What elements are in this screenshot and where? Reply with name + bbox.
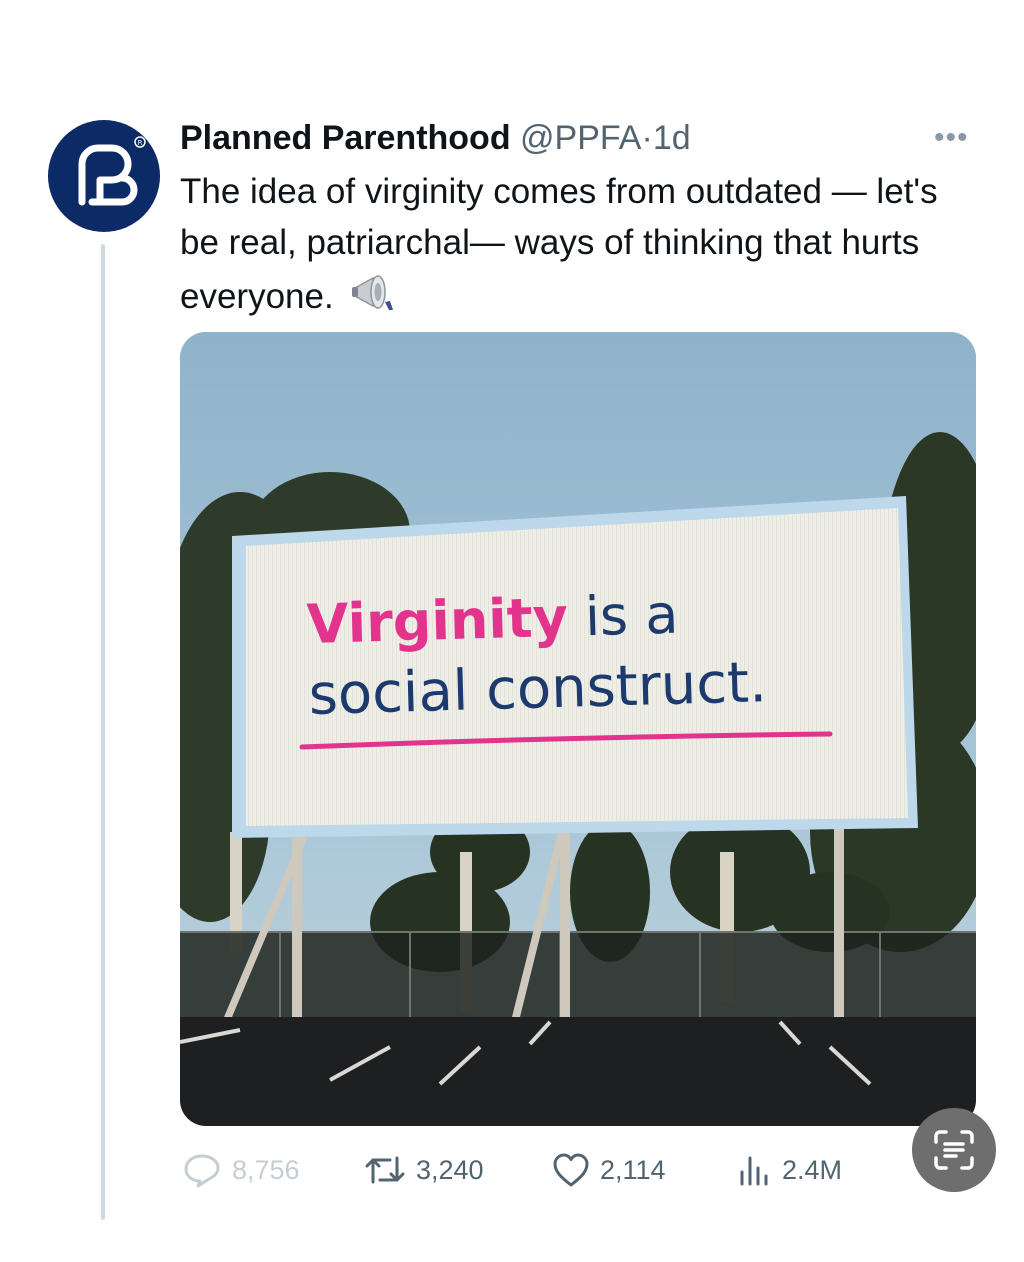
like-button[interactable]: 2,114: [552, 1150, 666, 1190]
avatar[interactable]: R: [48, 120, 160, 232]
views-button[interactable]: 2.4M: [738, 1150, 842, 1190]
separator: ·: [641, 119, 653, 157]
retweet-count: 3,240: [416, 1154, 484, 1185]
author-name[interactable]: Planned Parenthood: [180, 119, 511, 157]
views-count: 2.4M: [782, 1154, 843, 1185]
tweet-text: The idea of virginity comes from outdate…: [180, 166, 960, 330]
reply-button[interactable]: 8,756: [182, 1150, 300, 1190]
billboard-photo: [180, 332, 976, 1126]
timestamp[interactable]: 1d: [653, 119, 691, 157]
text-scan-icon: [934, 1130, 974, 1170]
tweet-header: Planned Parenthood @PPFA·1d: [180, 116, 691, 160]
retweet-icon: [365, 1156, 405, 1184]
reply-count: 8,756: [232, 1154, 300, 1185]
retweet-button[interactable]: 3,240: [364, 1150, 484, 1190]
svg-text:R: R: [138, 139, 143, 147]
megaphone-emoji: [349, 268, 397, 330]
like-icon: [553, 1153, 589, 1187]
text-scan-button[interactable]: [912, 1108, 996, 1192]
thread-line: [101, 244, 105, 1220]
like-count: 2,114: [600, 1154, 666, 1185]
author-handle[interactable]: @PPFA: [520, 119, 641, 157]
tweet-body: The idea of virginity comes from outdate…: [180, 172, 938, 316]
billboard-line2: social construct.: [307, 650, 768, 728]
more-icon[interactable]: •••: [934, 123, 969, 153]
pp-logo-icon: R: [78, 136, 146, 206]
reply-icon: [184, 1154, 220, 1188]
billboard-highlight: Virginity: [305, 585, 569, 656]
billboard-line1-rest: is a: [566, 582, 680, 649]
billboard-text: Virginity is a social construct.: [305, 582, 768, 728]
action-bar: 8,756 3,240 2,114 2.4M: [180, 1150, 880, 1190]
tweet-media-image[interactable]: Virginity is a social construct.: [180, 332, 976, 1126]
views-icon: [740, 1156, 768, 1186]
